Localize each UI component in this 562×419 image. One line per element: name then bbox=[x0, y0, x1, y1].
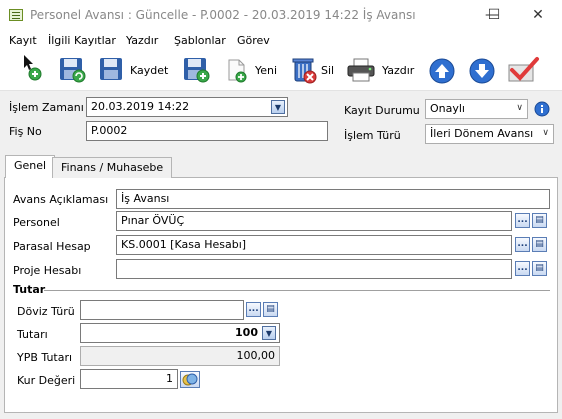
info-button[interactable] bbox=[534, 101, 550, 117]
chevron-down-icon: ▼ bbox=[274, 102, 282, 112]
new-button-icon-wrap[interactable] bbox=[226, 58, 250, 84]
card-icon: ▤ bbox=[266, 304, 275, 314]
tutari-value: 100 bbox=[235, 326, 258, 339]
doviz-turu-label: Döviz Türü bbox=[17, 305, 75, 318]
proje-hesabi-field[interactable] bbox=[116, 259, 512, 279]
printer-icon bbox=[347, 58, 375, 82]
kur-degeri-label: Kur Değeri bbox=[17, 374, 76, 387]
menu-yazdir[interactable]: Yazdır bbox=[126, 34, 158, 47]
next-record-button[interactable] bbox=[468, 57, 496, 85]
parasal-hesap-field[interactable]: KS.0001 [Kasa Hesabı] bbox=[116, 235, 512, 255]
card-icon: ▤ bbox=[535, 239, 544, 249]
delete-button-icon-wrap[interactable] bbox=[290, 55, 318, 85]
fis-no-label: Fiş No bbox=[9, 125, 42, 138]
maximize-button[interactable]: ☐ bbox=[472, 2, 516, 28]
parasal-hesap-value: KS.0001 [Kasa Hesabı] bbox=[121, 238, 247, 251]
parasal-hesap-lookup-button[interactable]: ... bbox=[515, 237, 530, 252]
proje-hesabi-lookup-button[interactable]: ... bbox=[515, 261, 530, 276]
islem-turu-value: İleri Dönem Avansı bbox=[430, 127, 534, 140]
fis-no-field[interactable]: P.0002 bbox=[86, 121, 328, 141]
islem-turu-label: İşlem Türü bbox=[344, 129, 401, 142]
doviz-turu-card-button[interactable]: ▤ bbox=[263, 302, 278, 317]
exchange-rate-icon bbox=[182, 373, 198, 386]
tutari-field[interactable]: 100 bbox=[80, 323, 280, 343]
close-icon: ✕ bbox=[532, 7, 544, 23]
personel-label: Personel bbox=[13, 216, 60, 229]
approve-button[interactable] bbox=[506, 56, 540, 86]
print-button-icon-wrap[interactable] bbox=[346, 56, 378, 84]
maximize-icon: ☐ bbox=[487, 7, 501, 23]
personel-lookup-button[interactable]: ... bbox=[515, 213, 530, 228]
parasal-hesap-card-button[interactable]: ▤ bbox=[532, 237, 547, 252]
tutar-section-divider bbox=[44, 290, 550, 291]
chevron-down-icon: ∨ bbox=[542, 128, 549, 138]
personel-value: Pınar ÖVÜÇ bbox=[121, 214, 185, 227]
new-button[interactable]: Yeni bbox=[255, 64, 277, 77]
checkmark-icon bbox=[508, 57, 539, 82]
window-title: Personel Avansı : Güncelle - P.0002 - 20… bbox=[30, 8, 416, 22]
card-icon: ▤ bbox=[535, 215, 544, 225]
tab-finans-muhasebe[interactable]: Finans / Muhasebe bbox=[52, 157, 173, 178]
floppy-add-icon bbox=[184, 58, 210, 83]
select-template-button[interactable] bbox=[22, 54, 46, 82]
doviz-turu-lookup-button[interactable]: ... bbox=[246, 302, 261, 317]
menu-sablonlar[interactable]: Şablonlar bbox=[174, 34, 226, 47]
islem-turu-select[interactable]: İleri Dönem Avansı ∨ bbox=[425, 124, 554, 144]
close-button[interactable]: ✕ bbox=[516, 2, 560, 28]
menu-kayit[interactable]: Kayıt bbox=[9, 34, 37, 47]
kur-degeri-value: 1 bbox=[166, 372, 173, 385]
chevron-down-icon: ▼ bbox=[265, 328, 273, 338]
islem-zamani-label: İşlem Zamanı bbox=[9, 101, 84, 114]
card-icon: ▤ bbox=[535, 263, 544, 273]
personel-field[interactable]: Pınar ÖVÜÇ bbox=[116, 211, 512, 231]
islem-zamani-field[interactable]: 20.03.2019 14:22 bbox=[86, 97, 288, 117]
chevron-down-icon: ∨ bbox=[516, 103, 523, 113]
avans-aciklamasi-field[interactable]: İş Avansı bbox=[116, 189, 550, 209]
kayit-durumu-select[interactable]: Onaylı ∨ bbox=[425, 99, 528, 119]
cursor-add-icon bbox=[24, 55, 42, 81]
trash-icon bbox=[292, 58, 317, 84]
save-button[interactable]: Kaydet bbox=[130, 64, 168, 77]
save-new-button[interactable] bbox=[182, 56, 212, 84]
delete-button[interactable]: Sil bbox=[321, 64, 334, 77]
info-icon bbox=[534, 101, 550, 117]
menu-ilgili-kayitlar[interactable]: İlgili Kayıtlar bbox=[48, 34, 116, 47]
tutari-label: Tutarı bbox=[17, 328, 48, 341]
new-document-icon bbox=[228, 59, 247, 83]
fis-no-value: P.0002 bbox=[91, 124, 128, 137]
print-button[interactable]: Yazdır bbox=[382, 64, 414, 77]
kur-degeri-rate-button[interactable] bbox=[180, 371, 200, 388]
save-button-icon-wrap[interactable] bbox=[98, 56, 126, 84]
save-refresh-button[interactable] bbox=[58, 56, 88, 84]
proje-hesabi-card-button[interactable]: ▤ bbox=[532, 261, 547, 276]
kayit-durumu-value: Onaylı bbox=[430, 102, 465, 115]
floppy-icon bbox=[100, 58, 122, 80]
ypb-tutari-value: 100,00 bbox=[236, 349, 276, 362]
menu-gorev[interactable]: Görev bbox=[237, 34, 270, 47]
proje-hesabi-label: Proje Hesabı bbox=[13, 264, 82, 277]
tutar-section-title: Tutar bbox=[13, 283, 46, 296]
arrow-down-icon bbox=[469, 58, 495, 84]
ypb-tutari-label: YPB Tutarı bbox=[17, 351, 73, 364]
avans-aciklamasi-label: Avans Açıklaması bbox=[13, 193, 109, 206]
personel-card-button[interactable]: ▤ bbox=[532, 213, 547, 228]
arrow-up-icon bbox=[429, 58, 455, 84]
previous-record-button[interactable] bbox=[428, 57, 456, 85]
doviz-turu-field[interactable] bbox=[80, 300, 244, 320]
avans-aciklamasi-value: İş Avansı bbox=[121, 192, 170, 205]
tab-genel[interactable]: Genel bbox=[5, 155, 56, 178]
parasal-hesap-label: Parasal Hesap bbox=[13, 240, 91, 253]
islem-zamani-value: 20.03.2019 14:22 bbox=[91, 100, 190, 113]
ypb-tutari-field: 100,00 bbox=[80, 346, 280, 366]
islem-zamani-dropdown[interactable]: ▼ bbox=[271, 100, 285, 114]
tutari-dropdown[interactable]: ▼ bbox=[262, 326, 276, 340]
kur-degeri-field[interactable]: 1 bbox=[80, 369, 178, 389]
app-icon bbox=[9, 9, 23, 21]
floppy-refresh-icon bbox=[60, 58, 86, 83]
kayit-durumu-label: Kayıt Durumu bbox=[344, 104, 420, 117]
